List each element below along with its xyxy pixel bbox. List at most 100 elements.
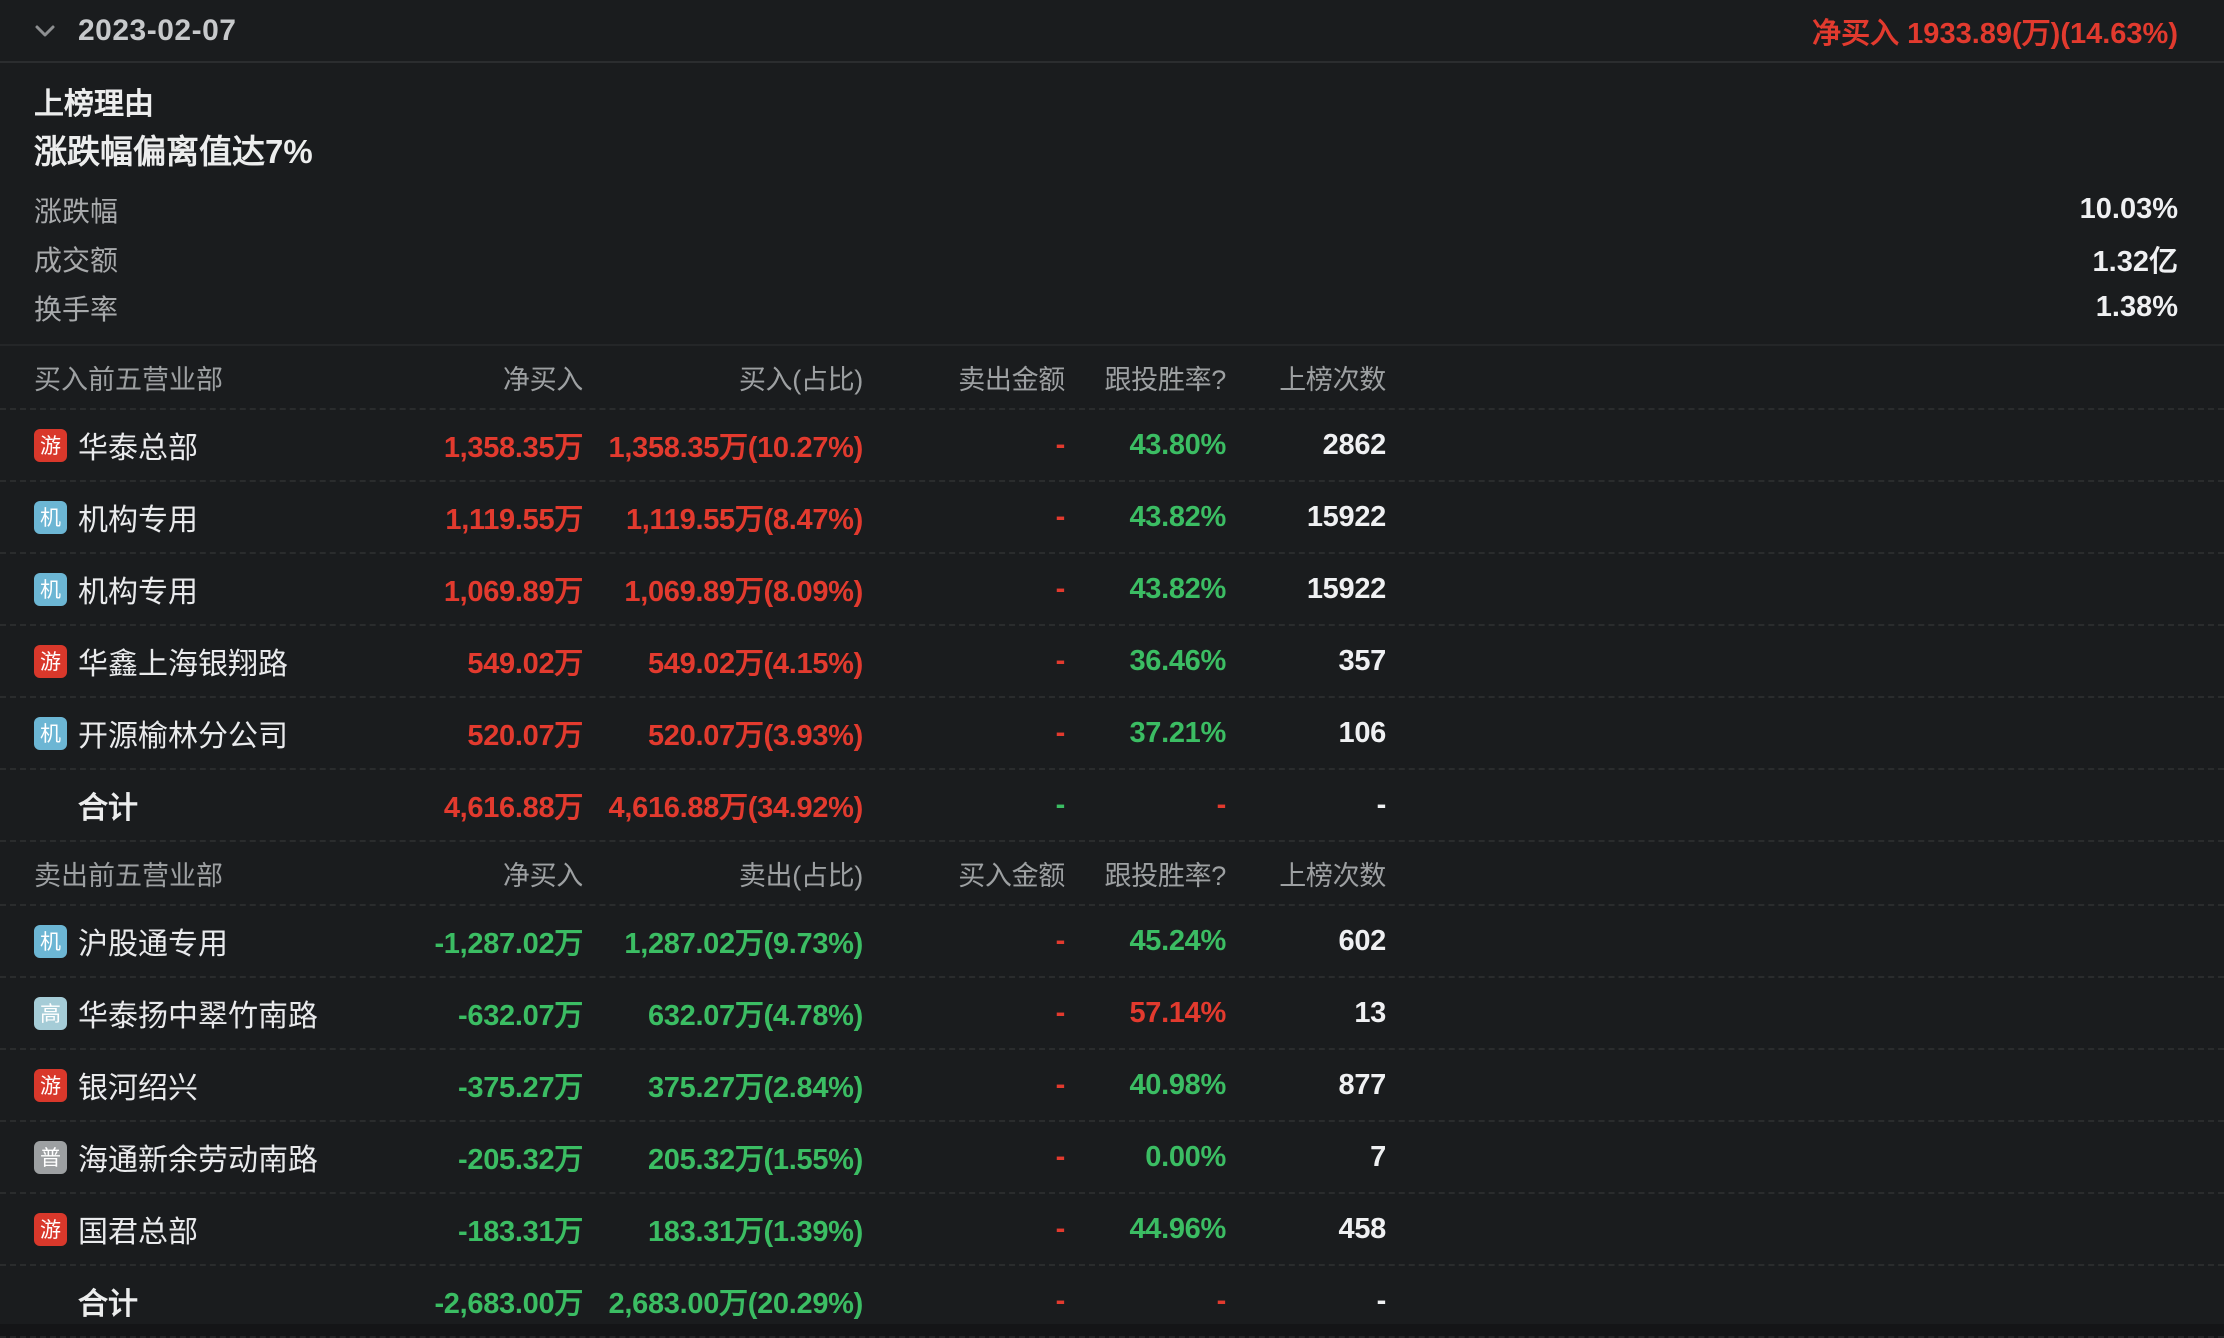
cell-net-buy: -632.07万 [370,992,583,1034]
date-header-bar[interactable]: 2023-02-07 净买入 1933.89(万)(14.63%) [0,0,2224,63]
cell-amount: - [863,501,1065,534]
total-cell: 合计 [0,1279,370,1323]
table-row[interactable]: 游国君总部-183.31万183.31万(1.39%)-44.96%458 [0,1194,2224,1266]
cell-net-buy: 1,119.55万 [370,496,583,538]
cell-amount: - [863,429,1065,462]
branch-type-badge: 游 [34,429,67,462]
summary-section: 上榜理由 涨跌幅偏离值达7% 涨跌幅 10.03% 成交额 1.32亿换手率 1.38% [0,63,2224,332]
table-total-row: 合计-2,683.00万2,683.00万(20.29%)--- [0,1266,2224,1338]
table-row[interactable]: 机沪股通专用-1,287.02万1,287.02万(9.73%)-45.24%6… [0,906,2224,978]
table-header-row: 卖出前五营业部净买入卖出(占比)买入金额跟投胜率?上榜次数 [0,842,2224,906]
branch-name: 银河绍兴 [78,1063,198,1107]
cell-net-buy: 4,616.88万 [370,784,583,826]
branch-name: 机构专用 [78,567,198,611]
cell-win-rate: 37.21% [1065,717,1226,750]
cell-ratio: 205.32万(1.55%) [583,1136,863,1178]
stat-value: 10.03% [2080,193,2178,226]
branch-name: 华泰总部 [78,423,198,467]
branch-type-badge: 机 [34,717,67,750]
cell-ratio: 1,119.55万(8.47%) [583,496,863,538]
listing-reason-text: 涨跌幅偏离值达7% [34,127,2178,177]
branch-type-badge: 游 [34,1069,67,1102]
column-header: 买入(占比) [583,358,863,397]
stat-label: 成交额 [34,239,118,279]
cell-win-rate: 43.80% [1065,429,1226,462]
cell-amount: - [863,925,1065,958]
table-sell-top5: 卖出前五营业部净买入卖出(占比)买入金额跟投胜率?上榜次数机沪股通专用-1,28… [0,842,2224,1338]
column-win-rate-help[interactable]: 跟投胜率? [1065,854,1226,893]
summary-stat-row: 涨跌幅 10.03% [34,185,2178,234]
cell-net-buy: -205.32万 [370,1136,583,1178]
cell-list-count: 357 [1226,645,1386,678]
table-row[interactable]: 机开源榆林分公司520.07万520.07万(3.93%)-37.21%106 [0,698,2224,770]
cell-amount: - [863,1213,1065,1246]
table-row[interactable]: 机机构专用1,069.89万1,069.89万(8.09%)-43.82%159… [0,554,2224,626]
summary-stat-row: 成交额 1.32亿 [34,234,2178,283]
column-branch: 卖出前五营业部 [0,854,370,893]
cell-win-rate: 36.46% [1065,645,1226,678]
branch-name: 华泰扬中翠竹南路 [78,991,318,1035]
table-row[interactable]: 机机构专用1,119.55万1,119.55万(8.47%)-43.82%159… [0,482,2224,554]
cell-list-count: 13 [1226,997,1386,1030]
branch-name: 海通新余劳动南路 [78,1135,318,1179]
total-cell: 合计 [0,783,370,827]
cell-win-rate: 45.24% [1065,925,1226,958]
cell-ratio: 1,287.02万(9.73%) [583,920,863,962]
branch-type-badge: 普 [34,1141,67,1174]
cell-win-rate: 43.82% [1065,573,1226,606]
cell-amount: - [863,717,1065,750]
column-header: 净买入 [370,358,583,397]
table-row[interactable]: 游银河绍兴-375.27万375.27万(2.84%)-40.98%877 [0,1050,2224,1122]
table-header-row: 买入前五营业部净买入买入(占比)卖出金额跟投胜率?上榜次数 [0,346,2224,410]
cell-ratio: 1,069.89万(8.09%) [583,568,863,610]
net-buy-summary: 净买入 1933.89(万)(14.63%) [1812,10,2178,52]
cell-list-count: - [1226,789,1386,822]
stat-label: 换手率 [34,288,118,328]
table-row[interactable]: 普海通新余劳动南路-205.32万205.32万(1.55%)-0.00%7 [0,1122,2224,1194]
date-label: 2023-02-07 [78,14,236,48]
cell-win-rate: - [1065,789,1226,822]
stat-value: 1.38% [2096,291,2178,324]
branch-name: 华鑫上海银翔路 [78,639,288,683]
column-header: 卖出金额 [863,358,1065,397]
column-win-rate-help[interactable]: 跟投胜率? [1065,358,1226,397]
total-label: 合计 [78,783,138,827]
branch-name: 国君总部 [78,1207,198,1251]
cell-ratio: 375.27万(2.84%) [583,1064,863,1106]
branch-type-badge: 机 [34,573,67,606]
branch-cell: 机机构专用 [0,495,370,539]
cell-list-count: 458 [1226,1213,1386,1246]
tables-container: 买入前五营业部净买入买入(占比)卖出金额跟投胜率?上榜次数游华泰总部1,358.… [0,346,2224,1338]
cell-list-count: 2862 [1226,429,1386,462]
branch-type-badge: 高 [34,997,67,1030]
cell-ratio: 4,616.88万(34.92%) [583,784,863,826]
column-header: 上榜次数 [1226,854,1386,893]
table-row[interactable]: 高华泰扬中翠竹南路-632.07万632.07万(4.78%)-57.14%13 [0,978,2224,1050]
cell-ratio: 632.07万(4.78%) [583,992,863,1034]
cell-net-buy: -1,287.02万 [370,920,583,962]
total-label: 合计 [78,1279,138,1323]
table-row[interactable]: 游华泰总部1,358.35万1,358.35万(10.27%)-43.80%28… [0,410,2224,482]
stat-value: 1.32亿 [2093,238,2178,280]
listing-reason-title: 上榜理由 [34,83,2178,127]
cell-amount: - [863,789,1065,822]
cell-net-buy: -2,683.00万 [370,1280,583,1322]
branch-cell: 机沪股通专用 [0,919,370,963]
table-buy-top5: 买入前五营业部净买入买入(占比)卖出金额跟投胜率?上榜次数游华泰总部1,358.… [0,346,2224,842]
cell-list-count: 106 [1226,717,1386,750]
cell-ratio: 2,683.00万(20.29%) [583,1280,863,1322]
cell-amount: - [863,645,1065,678]
cell-net-buy: -375.27万 [370,1064,583,1106]
summary-stat-row: 换手率 1.38% [34,283,2178,332]
table-row[interactable]: 游华鑫上海银翔路549.02万549.02万(4.15%)-36.46%357 [0,626,2224,698]
chevron-down-icon[interactable] [28,14,62,48]
branch-name: 开源榆林分公司 [78,711,288,755]
stat-label: 涨跌幅 [34,190,118,230]
cell-list-count: 15922 [1226,573,1386,606]
cell-list-count: - [1226,1285,1386,1318]
branch-type-badge: 游 [34,645,67,678]
branch-cell: 机机构专用 [0,567,370,611]
cell-ratio: 1,358.35万(10.27%) [583,424,863,466]
cell-list-count: 602 [1226,925,1386,958]
column-header: 净买入 [370,854,583,893]
